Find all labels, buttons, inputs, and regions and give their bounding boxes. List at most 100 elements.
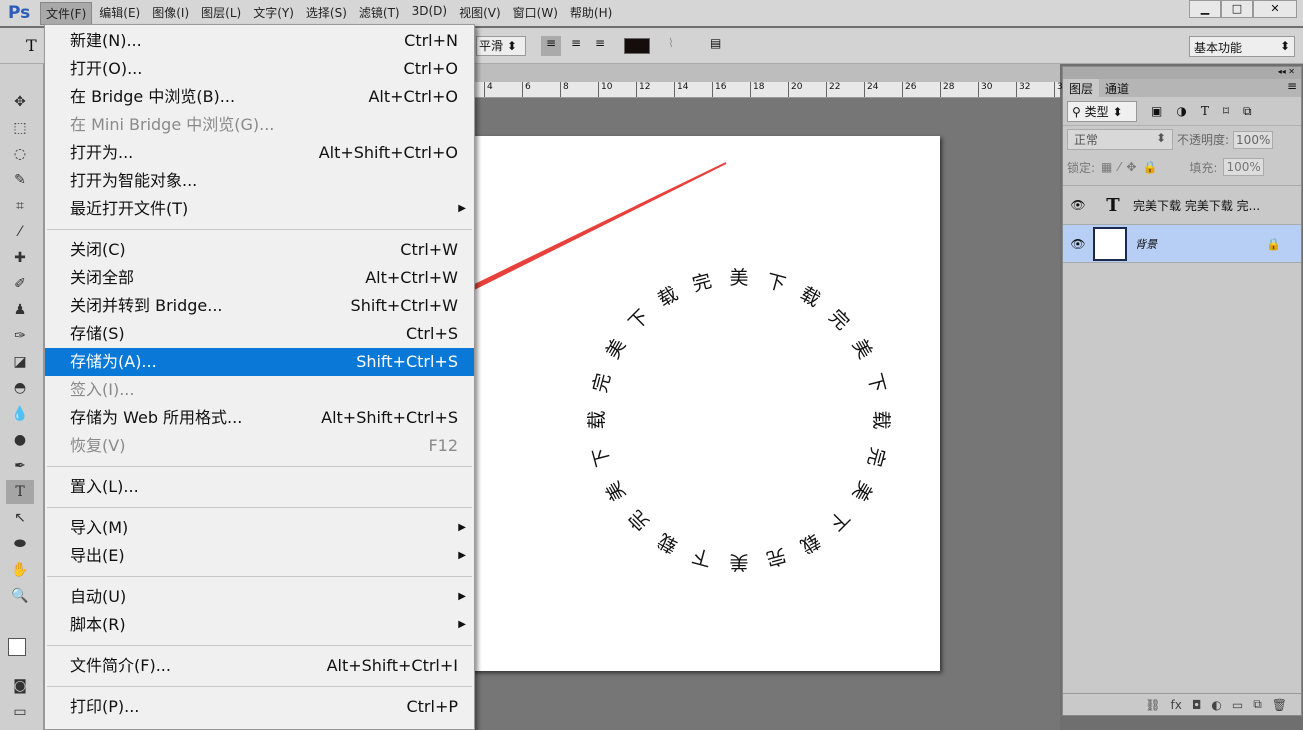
menu-item[interactable]: 打开为... Alt+Shift+Ctrl+O	[45, 139, 474, 167]
layers-panel: ◂◂ ✕ 图层 通道 ≡ ⚲ 类型 ⬍ ▣ ◑ T ⌑ ⧉ 正常 ⬍ 不透明度: 100%…	[1062, 66, 1302, 716]
menu-item[interactable]: 置入(L)...	[45, 473, 474, 501]
history-brush-icon[interactable]: ✑	[6, 324, 34, 348]
lock-transparent-icon[interactable]: ▦	[1101, 160, 1112, 174]
filter-shape-icon[interactable]: ⌑	[1223, 104, 1229, 118]
lock-pixels-icon[interactable]: ⁄	[1118, 160, 1120, 174]
add-mask-icon[interactable]: ◘	[1192, 698, 1202, 712]
menu-2[interactable]: 图像(I)	[147, 2, 194, 25]
pen-tool-icon[interactable]: ✒	[6, 454, 34, 478]
menu-5[interactable]: 选择(S)	[301, 2, 352, 25]
workspace-select[interactable]: 基本功能 ⬍	[1189, 36, 1295, 57]
menu-item[interactable]: 导入(M) ▶	[45, 514, 474, 542]
paint-bucket-icon[interactable]: ◓	[6, 376, 34, 400]
menu-item[interactable]: 打开为智能对象...	[45, 167, 474, 195]
menu-9[interactable]: 窗口(W)	[508, 2, 563, 25]
menu-item[interactable]: 存储为 Web 所用格式... Alt+Shift+Ctrl+S	[45, 404, 474, 432]
menu-6[interactable]: 滤镜(T)	[354, 2, 405, 25]
tab-layers[interactable]: 图层	[1063, 79, 1100, 97]
menu-item-label: 恢复(V)	[70, 436, 126, 455]
adjustment-layer-icon[interactable]: ◐	[1211, 698, 1221, 712]
menu-4[interactable]: 文字(Y)	[248, 2, 299, 25]
quick-select-tool-icon[interactable]: ✎	[6, 168, 34, 192]
filter-type-icon[interactable]: T	[1201, 104, 1209, 118]
hand-tool-icon[interactable]: ✋	[6, 558, 34, 582]
menu-item[interactable]: 打开(O)... Ctrl+O	[45, 55, 474, 83]
screen-mode-icon[interactable]: ▭	[6, 700, 34, 724]
new-group-icon[interactable]: ▭	[1232, 698, 1243, 712]
new-layer-icon[interactable]: ⧉	[1253, 697, 1262, 712]
opacity-field[interactable]: 100%	[1233, 130, 1274, 149]
eyedropper-tool-icon[interactable]: ⁄	[6, 220, 34, 244]
foreground-color-swatch[interactable]	[8, 638, 26, 656]
menu-10[interactable]: 帮助(H)	[565, 2, 617, 25]
blur-tool-icon[interactable]: 💧	[6, 402, 34, 426]
stamp-tool-icon[interactable]: ♟	[6, 298, 34, 322]
menu-item[interactable]: 存储(S) Ctrl+S	[45, 320, 474, 348]
layer-row-background[interactable]: 👁 背景 🔒	[1063, 225, 1301, 263]
layer-row-text[interactable]: 👁 T 完美下载 完美下载 完...	[1063, 186, 1301, 225]
minimize-button[interactable]: ▁	[1189, 0, 1221, 18]
marquee-tool-icon[interactable]: ⬚	[6, 116, 34, 140]
dodge-tool-icon[interactable]: ●	[6, 428, 34, 452]
brush-tool-icon[interactable]: ✐	[6, 272, 34, 296]
menu-8[interactable]: 视图(V)	[454, 2, 506, 25]
align-right-button[interactable]: ≡	[590, 36, 610, 50]
filter-adjust-icon[interactable]: ◑	[1176, 104, 1186, 118]
quick-mask-icon[interactable]: ◙	[6, 674, 34, 698]
canvas[interactable]: 完美下载完美下载完美下载完美下载完美下载完美下载	[469, 136, 940, 671]
menu-7[interactable]: 3D(D)	[407, 2, 452, 25]
healing-tool-icon[interactable]: ✚	[6, 246, 34, 270]
menu-item[interactable]: 导出(E) ▶	[45, 542, 474, 570]
menu-0[interactable]: 文件(F)	[40, 1, 93, 25]
menu-item[interactable]: 脚本(R) ▶	[45, 611, 474, 639]
layer-name[interactable]: 背景	[1135, 236, 1157, 252]
menu-item[interactable]: 打印(P)... Ctrl+P	[45, 693, 474, 721]
menu-item[interactable]: 关闭并转到 Bridge... Shift+Ctrl+W	[45, 292, 474, 320]
filter-value: 类型	[1084, 104, 1109, 119]
move-tool-icon[interactable]: ✥	[6, 90, 34, 114]
menu-item[interactable]: 文件简介(F)... Alt+Shift+Ctrl+I	[45, 652, 474, 680]
fx-icon[interactable]: fx	[1171, 698, 1182, 712]
align-left-button[interactable]: ≡	[541, 36, 561, 56]
blend-mode-select[interactable]: 正常 ⬍	[1067, 129, 1173, 150]
lock-position-icon[interactable]: ✥	[1126, 160, 1136, 174]
menu-item[interactable]: 新建(N)... Ctrl+N	[45, 27, 474, 55]
tool-preset-icon[interactable]: T	[26, 36, 37, 55]
panel-menu-icon[interactable]: ≡	[1287, 79, 1301, 97]
align-center-button[interactable]: ≡	[566, 36, 586, 50]
text-color-swatch[interactable]	[624, 38, 650, 54]
menu-item[interactable]: 最近打开文件(T) ▶	[45, 195, 474, 223]
link-layers-icon[interactable]: ⛓	[1145, 698, 1160, 712]
eraser-tool-icon[interactable]: ◪	[6, 350, 34, 374]
menu-item[interactable]: 自动(U) ▶	[45, 583, 474, 611]
filter-smart-icon[interactable]: ⧉	[1243, 104, 1252, 119]
menu-item[interactable]: 在 Bridge 中浏览(B)... Alt+Ctrl+O	[45, 83, 474, 111]
delete-layer-icon[interactable]: 🗑	[1272, 698, 1287, 712]
panels-toggle-icon[interactable]: ▤	[710, 36, 721, 50]
type-tool-icon[interactable]: T	[6, 480, 34, 504]
menu-1[interactable]: 编辑(E)	[94, 2, 145, 25]
menu-item[interactable]: 存储为(A)... Shift+Ctrl+S	[45, 348, 474, 376]
path-select-icon[interactable]: ↖	[6, 506, 34, 530]
menu-item[interactable]: 关闭全部 Alt+Ctrl+W	[45, 264, 474, 292]
shape-tool-icon[interactable]: ⬬	[6, 532, 34, 556]
zoom-tool-icon[interactable]: 🔍	[6, 584, 34, 608]
visibility-eye-icon[interactable]: 👁	[1063, 198, 1093, 212]
menu-3[interactable]: 图层(L)	[196, 2, 246, 25]
layer-filter-select[interactable]: ⚲ 类型 ⬍	[1067, 100, 1137, 122]
lasso-tool-icon[interactable]: ◌	[6, 142, 34, 166]
menu-item[interactable]: 关闭(C) Ctrl+W	[45, 236, 474, 264]
antialias-select[interactable]: 平滑 ⬍	[476, 36, 526, 56]
visibility-eye-icon[interactable]: 👁	[1063, 237, 1093, 251]
tab-channels[interactable]: 通道	[1099, 79, 1135, 97]
warp-text-icon[interactable]: ⌇	[668, 36, 674, 50]
lock-all-icon[interactable]: 🔒	[1142, 160, 1157, 174]
close-button[interactable]: ✕	[1253, 0, 1297, 18]
layer-name[interactable]: 完美下载 完美下载 完...	[1133, 197, 1260, 214]
restore-button[interactable]: □	[1221, 0, 1253, 18]
submenu-arrow-icon: ▶	[458, 591, 466, 602]
crop-tool-icon[interactable]: ⌗	[6, 194, 34, 218]
fill-field[interactable]: 100%	[1223, 158, 1264, 176]
filter-pixel-icon[interactable]: ▣	[1151, 104, 1162, 118]
file-menu: 新建(N)... Ctrl+N 打开(O)... Ctrl+O 在 Bridge 中浏览…	[44, 24, 475, 730]
